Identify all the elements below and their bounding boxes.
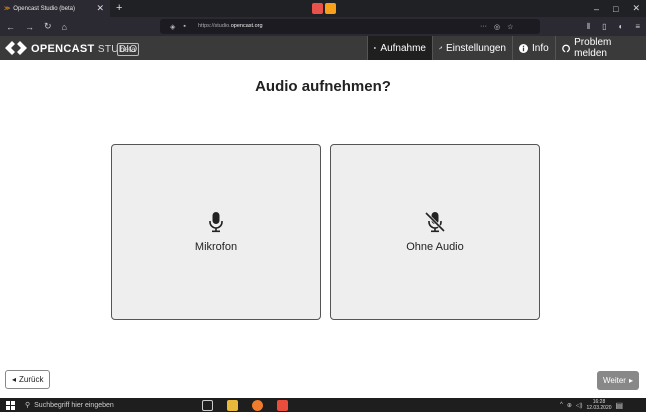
nav-info-button[interactable]: Info xyxy=(512,36,555,60)
next-button[interactable]: Weiter ▸ xyxy=(597,371,639,390)
nav-problem-button[interactable]: Problem melden xyxy=(555,36,646,60)
firefox-icon[interactable] xyxy=(252,399,263,411)
url-domain: opencast.org xyxy=(230,23,263,29)
nav-settings-label: Einstellungen xyxy=(445,42,506,54)
notification-icon[interactable]: ▤ xyxy=(616,401,624,410)
browser-tab[interactable]: ≫ Opencast Studio (beta) ✕ xyxy=(0,0,110,17)
clock[interactable]: 16:28 12.03.2020 xyxy=(586,399,611,411)
task-view-icon[interactable] xyxy=(202,399,213,411)
browser-toolbar-right: ⫴ ▯ ◐ ≡ xyxy=(587,17,640,36)
extension-icons xyxy=(312,3,340,14)
back-button[interactable]: ◂ Zurück xyxy=(5,370,51,389)
bookmark-star-icon[interactable]: ☆ xyxy=(507,23,513,31)
window-controls: – □ ✕ xyxy=(594,0,640,17)
minimize-icon[interactable]: – xyxy=(594,4,599,14)
github-icon xyxy=(562,44,570,53)
network-icon[interactable]: ⊕ xyxy=(567,402,572,409)
reload-icon[interactable]: ↻ xyxy=(44,21,52,32)
beta-badge: beta xyxy=(117,43,139,56)
sidebar-icon[interactable]: ▯ xyxy=(602,22,606,31)
url-actions: ··· ◎ ☆ xyxy=(480,19,513,34)
next-label: Weiter xyxy=(603,376,626,385)
caret-left-icon: ◂ xyxy=(12,375,17,384)
menu-icon[interactable]: ≡ xyxy=(635,22,640,31)
microphone-label: Mikrofon xyxy=(194,241,238,253)
recording-indicator-icon[interactable] xyxy=(312,3,323,14)
back-label: Zurück xyxy=(19,375,44,384)
screen-share-indicator-icon[interactable] xyxy=(325,3,336,14)
back-arrow-icon[interactable]: ← xyxy=(6,22,15,32)
page-title: Audio aufnehmen? xyxy=(255,78,391,95)
microphone-option[interactable]: Mikrofon xyxy=(111,144,321,320)
tab-close-icon[interactable]: ✕ xyxy=(96,3,104,14)
nav-info-label: Info xyxy=(532,42,549,54)
pocket-icon[interactable]: ◎ xyxy=(494,23,500,31)
nav-problem-label: Problem melden xyxy=(574,37,612,59)
nav-record-button[interactable]: Aufnahme xyxy=(367,36,432,60)
home-icon[interactable]: ⌂ xyxy=(62,22,67,32)
video-camera-icon xyxy=(374,47,377,49)
microphone-icon xyxy=(209,212,223,233)
shield-icon[interactable]: ◈ xyxy=(170,23,175,31)
taskbar-apps xyxy=(202,399,288,411)
search-placeholder: Suchbegriff hier eingeben xyxy=(34,401,114,409)
chevron-up-icon[interactable]: ^ xyxy=(560,402,563,408)
url-security-icons: ◈ ▪ xyxy=(170,19,186,34)
microphone-off-icon xyxy=(425,211,445,233)
url-prefix: https://studio. xyxy=(198,23,231,29)
extension-icon[interactable]: ◐ xyxy=(618,22,623,31)
new-tab-button[interactable]: + xyxy=(116,0,122,17)
opencast-logo-icon[interactable] xyxy=(5,40,27,56)
wrench-icon xyxy=(439,46,442,50)
tab-title: Opencast Studio (beta) xyxy=(13,5,75,12)
pdf-icon[interactable] xyxy=(277,399,288,411)
page-actions-icon[interactable]: ··· xyxy=(480,23,487,30)
brand-main: OPENCAST xyxy=(31,43,95,55)
search-icon: ⚲ xyxy=(25,402,31,409)
volume-icon[interactable]: ◁) xyxy=(576,402,583,409)
nav-buttons: ← → ↻ ⌂ xyxy=(6,17,67,36)
system-tray: ^ ⊕ ◁) 16:28 12.03.2020 ▤ xyxy=(560,398,623,412)
opencast-favicon-icon: ≫ xyxy=(4,6,11,12)
forward-arrow-icon[interactable]: → xyxy=(25,22,34,32)
file-explorer-icon[interactable] xyxy=(227,399,238,411)
info-icon xyxy=(519,43,528,53)
caret-right-icon: ▸ xyxy=(628,376,633,385)
clock-date: 12.03.2020 xyxy=(586,405,612,411)
nav-record-label: Aufnahme xyxy=(380,42,426,54)
no-audio-option[interactable]: Ohne Audio xyxy=(330,144,540,320)
no-audio-label: Ohne Audio xyxy=(406,241,464,253)
nav-settings-button[interactable]: Einstellungen xyxy=(432,36,512,60)
library-icon[interactable]: ⫴ xyxy=(587,22,590,32)
maximize-icon[interactable]: □ xyxy=(613,4,618,14)
url-text[interactable]: https://studio.opencast.org xyxy=(198,19,263,34)
lock-icon[interactable]: ▪ xyxy=(183,23,185,30)
taskbar-search[interactable]: ⚲ Suchbegriff hier eingeben xyxy=(25,398,185,412)
close-window-icon[interactable]: ✕ xyxy=(632,3,640,14)
windows-start-icon[interactable] xyxy=(6,401,15,410)
